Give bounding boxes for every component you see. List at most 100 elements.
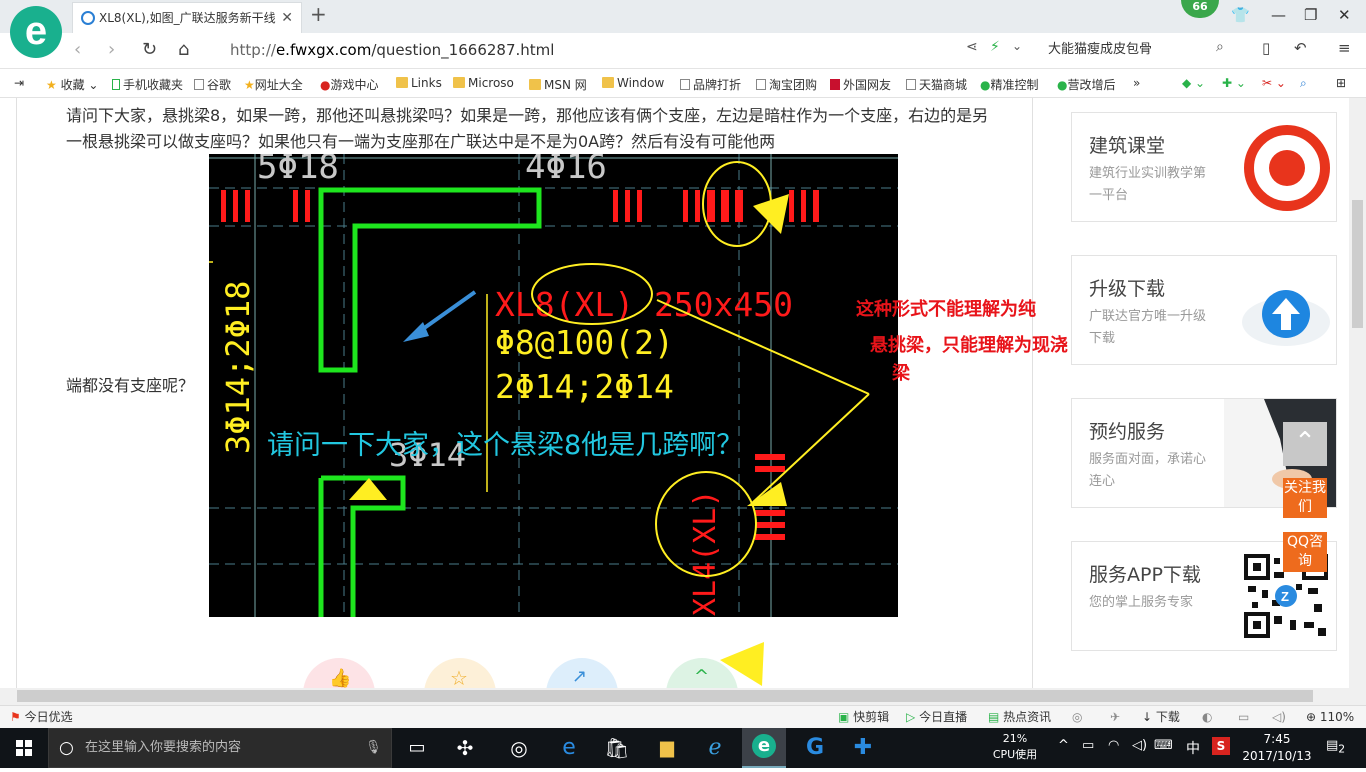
battery-icon[interactable]: ▭ <box>1082 738 1094 753</box>
bookmark-item[interactable]: Microso <box>453 76 514 90</box>
sidebar-toggle-icon[interactable]: ⇥ <box>14 76 24 90</box>
horizontal-scrollbar[interactable] <box>0 688 1366 705</box>
vertical-scrollbar[interactable] <box>1349 98 1366 688</box>
search-icon[interactable]: ⌕ <box>1300 76 1307 91</box>
status-item[interactable]: ▷ 今日直播 <box>906 706 967 728</box>
menu-icon[interactable]: ≡ <box>1338 39 1351 57</box>
g-app-icon[interactable]: G <box>800 733 830 763</box>
bookmark-item[interactable]: 品牌打折 <box>680 76 741 93</box>
minimize-button[interactable]: — <box>1271 6 1286 24</box>
refresh-button[interactable]: ↻ <box>142 39 157 60</box>
bookmark-item[interactable]: 淘宝团购 <box>756 76 817 93</box>
taskbar-search-input[interactable]: ○ 在这里输入你要搜索的内容 🎙 <box>48 728 392 768</box>
sound-icon[interactable]: ◁) <box>1272 706 1286 728</box>
notification-badge[interactable]: 66 <box>1181 0 1219 18</box>
sidebar-card-download[interactable]: 升级下载 广联达官方唯一升级下载 <box>1071 255 1337 365</box>
start-button[interactable] <box>0 728 48 768</box>
undo-icon[interactable]: ↶ <box>1294 39 1307 57</box>
clock-date: 2017/10/13 <box>1242 749 1312 763</box>
status-label: 今日直播 <box>919 710 968 724</box>
new-tab-button[interactable]: + <box>310 2 327 26</box>
bookmark-item[interactable]: ●精准控制 <box>980 76 1039 93</box>
microphone-icon[interactable]: 🎙 <box>365 729 382 767</box>
vertical-scroll-thumb[interactable] <box>1352 200 1363 328</box>
bookmark-item[interactable]: ●游戏中心 <box>320 76 379 93</box>
volume-icon[interactable]: ◁) <box>1132 738 1147 753</box>
bookmark-item[interactable]: MSN 网 <box>529 76 587 93</box>
bookmark-item[interactable]: ●营改增后 <box>1057 76 1116 93</box>
status-item[interactable]: ▣ 快剪辑 <box>838 706 889 728</box>
cpu-usage[interactable]: 21% CPU使用 <box>990 731 1040 763</box>
plus-app-icon[interactable]: ✚ <box>848 733 878 763</box>
more-bookmarks-button[interactable]: » <box>1133 76 1140 90</box>
close-tab-icon[interactable]: ✕ <box>281 3 293 33</box>
close-window-button[interactable]: ✕ <box>1338 6 1351 24</box>
notification-center-button[interactable]: ▤2 <box>1326 738 1345 756</box>
mobile-icon[interactable]: ▯ <box>1262 39 1270 57</box>
like-button[interactable]: 👍 <box>303 658 375 688</box>
translate-icon[interactable]: ✚ ⌄ <box>1222 76 1246 90</box>
active-browser-icon[interactable]: e <box>742 728 786 768</box>
pinwheel-icon[interactable]: ✣ <box>450 733 480 763</box>
divider <box>16 98 17 688</box>
share-button[interactable]: ↗ <box>546 658 618 688</box>
search-input[interactable]: 大能猫瘦成皮包骨 <box>1040 38 1240 64</box>
bookmark-item[interactable]: Window <box>602 76 664 90</box>
download-item[interactable]: ↓ 下载 <box>1142 706 1180 728</box>
wifi-icon[interactable]: ◠ <box>1108 738 1119 753</box>
favorite-button[interactable]: ☆ <box>424 658 496 688</box>
qq-consult-button[interactable]: QQ咨询 <box>1283 532 1327 572</box>
shield-icon[interactable]: ◆ ⌄ <box>1182 76 1205 90</box>
app-icon[interactable]: ◎ <box>504 733 534 763</box>
sidebar-card-classroom[interactable]: 建筑课堂 建筑行业实训教学第一平台 <box>1071 112 1337 222</box>
keyboard-icon[interactable]: ⌨ <box>1154 738 1173 753</box>
follow-us-button[interactable]: 关注我们 <box>1283 478 1327 518</box>
folder-icon <box>602 77 614 88</box>
task-view-icon[interactable]: ▭ <box>402 733 432 763</box>
ie-mode-icon[interactable]: ◐ <box>1202 706 1212 728</box>
share-icon[interactable]: ⋖ <box>966 39 978 55</box>
clock[interactable]: 7:45 2017/10/13 <box>1236 731 1318 765</box>
horizontal-scroll-thumb[interactable] <box>17 690 1313 702</box>
cortana-icon: ○ <box>59 738 74 758</box>
internet-explorer-icon[interactable]: ℯ <box>700 733 730 763</box>
today-picks[interactable]: ⚑ 今日优选 <box>10 706 73 728</box>
address-input[interactable]: http://e.fwxgx.com/question_1666287.html <box>222 38 1034 64</box>
scissors-icon[interactable]: ✂ ⌄ <box>1262 76 1286 90</box>
grid-icon[interactable]: ⊞ <box>1336 76 1346 90</box>
bookmark-item[interactable]: ★网址大全 <box>244 76 303 93</box>
bookmark-item[interactable]: 外国网友 <box>830 76 891 93</box>
question-image[interactable]: 5Φ18 4Φ16 XL8(XL) 250x450 Φ8@100(2) 2Φ14… <box>209 154 898 617</box>
store-icon[interactable]: 🛍 <box>602 733 632 763</box>
shirt-icon[interactable]: 👕 <box>1231 6 1250 24</box>
pin-icon[interactable]: ✈ <box>1110 706 1120 728</box>
search-icon[interactable]: ⌕ <box>1216 39 1224 55</box>
window-icon[interactable]: ▭ <box>1238 706 1249 728</box>
bookmark-item[interactable]: ★ 收藏 ⌄ <box>46 76 98 93</box>
flag-icon <box>830 79 840 90</box>
file-explorer-icon[interactable]: ▆ <box>652 733 682 763</box>
browser-tab[interactable]: XL8(XL),如图_广联达服务新干线 ✕ <box>72 2 302 33</box>
bookmark-item[interactable]: 天猫商城 <box>906 76 967 93</box>
zoom-level[interactable]: ⊕ 110% <box>1306 706 1354 728</box>
bookmark-item[interactable]: 谷歌 <box>194 76 231 93</box>
ime-indicator[interactable]: 中 <box>1186 738 1200 758</box>
cad-label-5phi18: 5Φ18 <box>257 154 339 187</box>
edge-icon[interactable]: e <box>554 733 584 763</box>
status-item[interactable]: ▤ 热点资讯 <box>988 706 1051 728</box>
speed-icon[interactable]: ◎ <box>1072 706 1082 728</box>
home-button[interactable]: ⌂ <box>178 39 189 60</box>
address-protocol: http:// <box>230 41 276 59</box>
browser-logo[interactable]: e <box>10 6 62 58</box>
bookmark-item[interactable]: Links <box>396 76 442 90</box>
chevron-down-icon[interactable]: ⌄ <box>1012 39 1022 53</box>
lightning-icon[interactable]: ⚡ <box>990 39 1000 55</box>
restore-button[interactable]: ❐ <box>1304 6 1317 24</box>
chevron-up-icon[interactable]: ^ <box>1058 738 1069 753</box>
sogou-icon[interactable]: S <box>1212 737 1230 755</box>
back-button[interactable]: ‹ <box>74 39 81 60</box>
star-icon: ☆ <box>450 666 468 688</box>
forward-button[interactable]: › <box>108 39 115 60</box>
bookmark-item[interactable]: 手机收藏夹 <box>112 76 183 93</box>
back-to-top-button[interactable]: ⌃ <box>1283 422 1327 466</box>
